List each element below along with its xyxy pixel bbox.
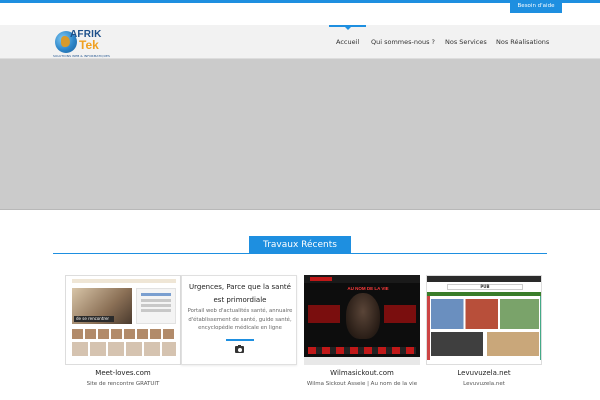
work-title[interactable]: Wilmasickout.com — [297, 369, 427, 377]
work-description: Portail web d'actualités santé, annuaire… — [187, 308, 293, 331]
nav-qui-sommes-nous[interactable]: Qui sommes-nous ? — [371, 25, 435, 59]
work-subtitle: Levuvuzela.net — [463, 381, 505, 387]
camera-icon[interactable] — [235, 344, 244, 353]
accent-underline — [226, 339, 254, 341]
site-logo[interactable]: AFRIK Tek SOLUTIONS WEB & INFORMATIQUES — [53, 29, 113, 58]
work-thumbnail[interactable]: AU NOM DE LA VIE — [304, 275, 420, 365]
nav-nos-services[interactable]: Nos Services — [445, 25, 487, 59]
work-thumbnail[interactable]: PUB — [426, 275, 542, 365]
hero-slider — [0, 59, 600, 210]
work-subtitle: Wilma Sickout Asseie | Au nom de la vie — [306, 381, 418, 387]
logo-name-part2: Tek — [79, 38, 99, 52]
help-button[interactable]: Besoin d'aide — [510, 0, 562, 13]
work-card-urgences[interactable]: Urgences, Parce que la santé est primord… — [181, 275, 297, 365]
page: Besoin d'aide AFRIK Tek SOLUTIONS WEB & … — [0, 0, 600, 400]
work-hover-panel[interactable]: Urgences, Parce que la santé est primord… — [181, 275, 297, 365]
nav-accueil[interactable]: Accueil — [328, 25, 367, 59]
work-subtitle: Site de rencontre GRATUIT — [86, 381, 160, 387]
work-heading: Urgences, Parce que la santé est primord… — [189, 283, 291, 304]
thumbnail-banner-text: AU NOM DE LA VIE — [347, 286, 389, 291]
work-thumbnail[interactable]: de se rencontrer — [65, 275, 181, 365]
work-title[interactable]: Meet-loves.com — [58, 369, 188, 377]
logo-tagline: SOLUTIONS WEB & INFORMATIQUES — [53, 54, 111, 58]
work-title[interactable]: Levuvuzela.net — [419, 369, 549, 377]
thumbnail-pub-text: PUB — [447, 284, 523, 290]
nav-nos-realisations[interactable]: Nos Réalisations — [496, 25, 549, 59]
work-card-levuvuzela[interactable]: PUB — [426, 275, 542, 365]
work-card-wilmasickout[interactable]: AU NOM DE LA VIE — [304, 275, 420, 365]
work-card-meet-loves[interactable]: de se rencontrer — [65, 275, 181, 365]
section-title: Travaux Récents — [249, 236, 351, 254]
thumbnail-overlay-text: de se rencontrer — [74, 316, 114, 322]
